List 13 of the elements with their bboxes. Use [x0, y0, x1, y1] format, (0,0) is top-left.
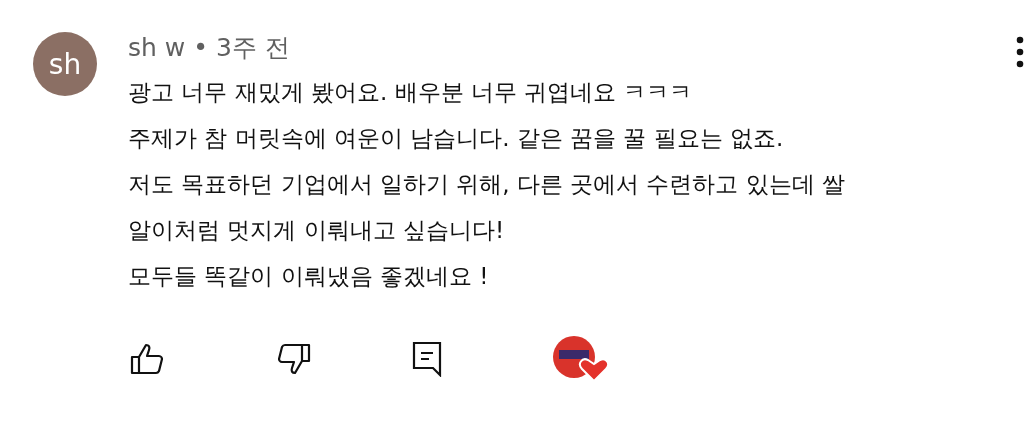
more-options-icon[interactable] [1016, 36, 1024, 68]
author-name[interactable]: sh w [128, 32, 186, 62]
comment-line: 주제가 참 머릿속에 여운이 남습니다. 같은 꿈을 꿀 필요는 없죠. [128, 124, 785, 153]
comment-line: 저도 목표하던 기업에서 일하기 위해, 다른 곳에서 수련하고 있는데 쌀 [128, 170, 847, 199]
comment-line: 광고 너무 재밌게 봤어요. 배우분 너무 귀엽네요 ㅋㅋㅋ [128, 78, 694, 107]
comment-time: 3주 전 [216, 31, 290, 64]
comment-line: 모두들 똑같이 이뤄냈음 좋겠네요 ! [128, 262, 490, 291]
separator-dot: • [193, 32, 208, 62]
thumbs-up-icon[interactable] [130, 343, 164, 375]
thumbs-down-icon[interactable] [277, 343, 311, 375]
reply-icon[interactable] [412, 341, 442, 377]
comment-line: 알이처럼 멋지게 이뤄내고 싶습니다! [128, 216, 506, 245]
avatar[interactable]: sh [33, 32, 97, 96]
